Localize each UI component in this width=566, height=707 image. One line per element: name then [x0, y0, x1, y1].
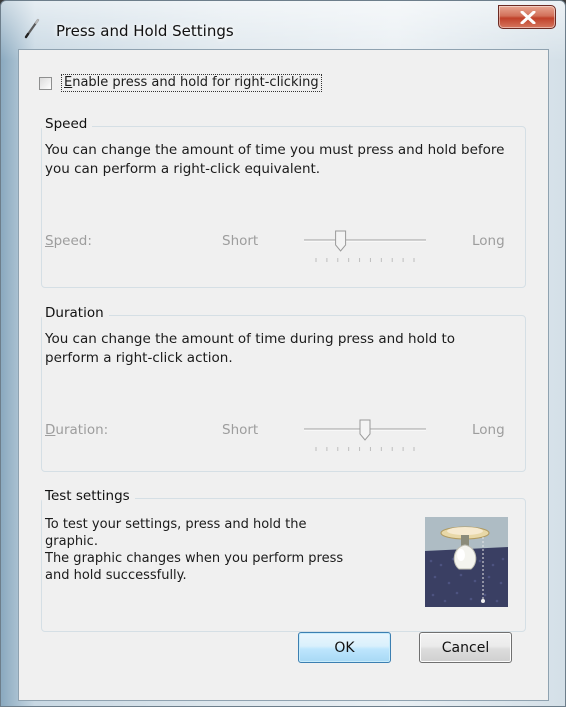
duration-min-label: Short — [222, 422, 259, 438]
speed-group: Speed You can change the amount of time … — [41, 116, 526, 288]
speed-min-label: Short — [222, 233, 259, 249]
speed-max-label: Long — [472, 233, 505, 249]
speed-slider[interactable] — [300, 230, 430, 270]
window-title: Press and Hold Settings — [56, 22, 234, 40]
duration-slider[interactable] — [300, 419, 430, 459]
duration-slider-label: Duration: — [45, 422, 109, 438]
close-button[interactable] — [498, 5, 556, 29]
enable-press-and-hold-checkbox[interactable] — [39, 76, 52, 90]
pen-icon — [21, 16, 45, 40]
ok-button[interactable]: OK — [298, 632, 391, 663]
duration-group: Duration You can change the amount of ti… — [41, 305, 526, 472]
slider-thumb — [359, 419, 371, 441]
enable-label-mnemonic: E — [64, 75, 73, 90]
test-description-line-1: To test your settings, press and hold th… — [45, 517, 307, 549]
title-bar[interactable]: Press and Hold Settings — [1, 1, 565, 49]
enable-press-and-hold-row[interactable]: Enable press and hold for right-clicking — [39, 73, 322, 93]
light-bulb-test-graphic[interactable] — [425, 517, 508, 607]
press-and-hold-settings-window: Press and Hold Settings Enable press and… — [0, 0, 566, 707]
test-settings-group-title: Test settings — [42, 488, 135, 504]
test-description-line-2: The graphic changes when you perform pre… — [45, 551, 344, 566]
duration-description: You can change the amount of time during… — [45, 331, 455, 366]
speed-slider-label: Speed: — [45, 233, 92, 249]
duration-max-label: Long — [472, 422, 505, 438]
test-settings-group: Test settings To test your settings, pre… — [41, 488, 526, 632]
duration-group-title: Duration — [42, 305, 109, 321]
slider-thumb — [335, 230, 347, 252]
close-icon — [520, 11, 536, 24]
test-settings-description: To test your settings, press and hold th… — [45, 516, 355, 584]
dialog-client-area: Enable press and hold for right-clicking… — [18, 49, 549, 701]
speed-group-title: Speed — [42, 116, 93, 132]
speed-description: You can change the amount of time you mu… — [45, 142, 505, 177]
cancel-button[interactable]: Cancel — [419, 632, 512, 663]
enable-press-and-hold-label[interactable]: Enable press and hold for right-clicking — [61, 74, 322, 92]
enable-label-rest: nable press and hold for right-clicking — [72, 75, 319, 90]
test-description-line-3: and hold successfully. — [45, 568, 187, 583]
